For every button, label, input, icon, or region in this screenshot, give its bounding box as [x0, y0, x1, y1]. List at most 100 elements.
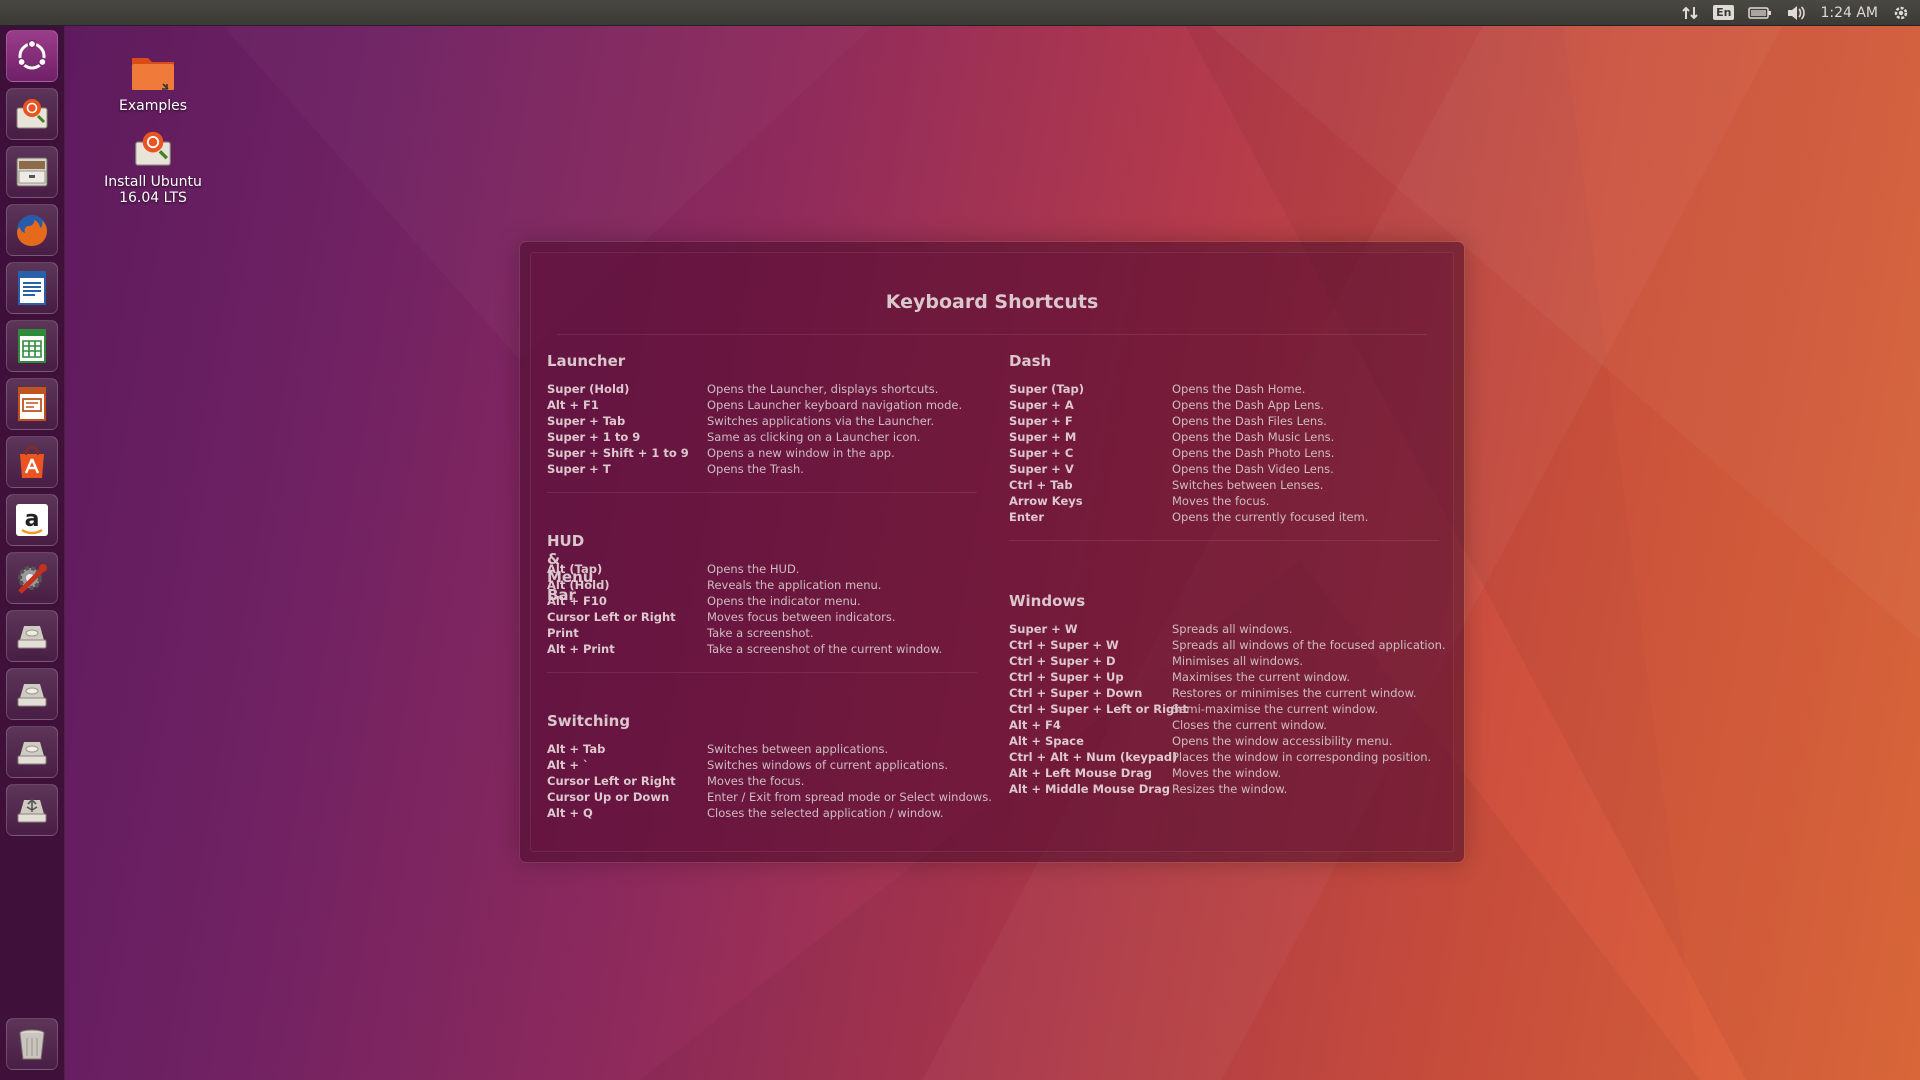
shortcut-row: Ctrl + Super + W Spreads all windows of t… — [1009, 638, 1446, 654]
shortcut-row: Cursor Left or Right Moves focus between … — [547, 610, 895, 626]
shortcut-row: Super (Hold) Opens the Launcher, displays… — [547, 382, 938, 398]
shortcut-description: Moves the window. — [1172, 766, 1282, 780]
launcher-item-trash[interactable] — [6, 1018, 58, 1070]
shortcut-description: Maximises the current window. — [1172, 670, 1350, 684]
shortcut-row: Super (Tap) Opens the Dash Home. — [1009, 382, 1305, 398]
shortcut-row: Alt + Q Closes the selected application /… — [547, 806, 944, 822]
shortcut-description: Reveals the application menu. — [707, 578, 882, 592]
shortcut-key: Ctrl + Super + Left or Right — [1009, 702, 1188, 716]
shortcut-row: Alt + F4 Closes the current window. — [1009, 718, 1327, 734]
section-title: Switching — [547, 712, 631, 730]
shortcut-description: Restores or minimises the current window… — [1172, 686, 1417, 700]
shortcut-section-switching: Switching Alt + Tab Switches between appli… — [547, 712, 992, 822]
shortcut-key: Super + Tab — [547, 414, 626, 428]
svg-text:a: a — [25, 507, 40, 532]
desktop-icon-label: Examples — [118, 98, 188, 114]
shortcut-key: Alt + Tab — [547, 742, 606, 756]
shortcut-key: Super (Tap) — [1009, 382, 1085, 396]
folder-icon — [132, 58, 174, 90]
shortcut-row: Super + Tab Switches applications via the… — [547, 414, 934, 430]
shortcut-row: Alt + ` Switches windows of current appli… — [547, 758, 948, 774]
shortcut-description: Opens the Dash Files Lens. — [1172, 414, 1327, 428]
shortcut-description: Switches applications via the Launcher. — [707, 414, 935, 428]
shortcut-row: Alt + F10 Opens the indicator menu. — [547, 594, 861, 610]
software-center-icon — [20, 445, 44, 478]
launcher-item-system-settings[interactable] — [6, 552, 58, 604]
shortcut-section-windows: Windows Super + W Spreads all windows. Ctrl… — [1009, 592, 1446, 798]
shortcut-description: Opens the Trash. — [707, 462, 804, 476]
battery-icon[interactable] — [1748, 3, 1772, 23]
desktop-icon-examples[interactable]: Examples — [93, 50, 213, 114]
shortcut-key: Cursor Up or Down — [547, 790, 670, 804]
shortcut-row: Ctrl + Alt + Num (keypad) Places the wind… — [1009, 750, 1431, 766]
shortcut-description: Same as clicking on a Launcher icon. — [707, 430, 921, 444]
shortcut-section-dash: Dash Super (Tap) Opens the Dash Home. Super… — [1009, 352, 1439, 541]
shortcut-description: Switches windows of current applications… — [707, 758, 948, 772]
shortcut-key: Enter — [1009, 510, 1045, 524]
top-panel: En 1:24 AM — [0, 0, 1920, 26]
shortcut-row: Alt + Space Opens the window accessibilit… — [1009, 734, 1393, 750]
gear-icon[interactable] — [1892, 3, 1910, 23]
network-icon[interactable] — [1681, 3, 1699, 23]
title-divider — [557, 334, 1427, 335]
launcher-item-files[interactable] — [6, 146, 58, 198]
launcher-item-install-ubuntu[interactable] — [6, 88, 58, 140]
shortcut-row: Ctrl + Super + D Minimises all windows. — [1009, 654, 1303, 670]
shortcut-row: Enter Opens the currently focused item. — [1009, 510, 1368, 526]
launcher-item-amazon[interactable]: a — [6, 494, 58, 546]
shortcut-description: Resizes the window. — [1172, 782, 1288, 796]
shortcut-row: Super + V Opens the Dash Video Lens. — [1009, 462, 1334, 478]
section-divider — [547, 492, 977, 493]
launcher-item-firefox[interactable] — [6, 204, 58, 256]
shortcut-description: Switches between Lenses. — [1172, 478, 1324, 492]
shortcut-description: Opens a new window in the app. — [707, 446, 895, 460]
launcher-item-usb-drive[interactable] — [6, 784, 58, 836]
shortcut-row: Super + M Opens the Dash Music Lens. — [1009, 430, 1334, 446]
shortcut-key: Cursor Left or Right — [547, 774, 676, 788]
shortcut-row: Super + T Opens the Trash. — [547, 462, 804, 478]
volume-icon[interactable] — [1786, 3, 1806, 23]
shortcut-key: Ctrl + Super + Up — [1009, 670, 1124, 684]
desktop-icon-label: Install Ubuntu 16.04 LTS — [104, 174, 202, 206]
keyboard-shortcuts-overlay: Keyboard Shortcuts Launcher Super (Hold) O… — [520, 242, 1464, 862]
shortcut-key: Alt + F1 — [547, 398, 599, 412]
shortcut-row: Ctrl + Super + Up Maximises the current w… — [1009, 670, 1350, 686]
launcher-item-dash-home[interactable] — [6, 30, 58, 82]
shortcut-description: Switches between applications. — [707, 742, 889, 756]
shortcut-description: Spreads all windows. — [1172, 622, 1293, 636]
keyboard-layout-indicator[interactable]: En — [1713, 3, 1735, 23]
launcher-item-libreoffice-writer[interactable] — [6, 262, 58, 314]
launcher-item-libreoffice-impress[interactable] — [6, 378, 58, 430]
shortcut-key: Super + T — [547, 462, 611, 476]
shortcut-description: Enter / Exit from spread mode or Select … — [707, 790, 992, 804]
shortcut-description: Closes the current window. — [1172, 718, 1327, 732]
shortcut-key: Cursor Left or Right — [547, 610, 676, 624]
launcher-item-drive-2[interactable] — [6, 668, 58, 720]
shortcut-row: Ctrl + Super + Left or Right Semi-maximis… — [1009, 702, 1378, 718]
writer-icon — [18, 271, 46, 305]
launcher-item-ubuntu-software[interactable] — [6, 436, 58, 488]
shortcut-key: Super + 1 to 9 — [547, 430, 641, 444]
desktop-icon-install-ubuntu[interactable]: Install Ubuntu 16.04 LTS — [93, 126, 213, 206]
shortcut-key: Alt + Space — [1009, 734, 1084, 748]
shortcut-row: Print Take a screenshot. — [547, 626, 814, 642]
shortcut-key: Super + Shift + 1 to 9 — [547, 446, 689, 460]
shortcut-key: Alt (Hold) — [547, 578, 610, 592]
amazon-icon: a — [16, 504, 48, 536]
shortcut-key: Alt + Q — [547, 806, 593, 820]
shortcut-row: Alt + Tab Switches between applications. — [547, 742, 888, 758]
shortcut-description: Spreads all windows of the focused appli… — [1172, 638, 1446, 652]
shortcut-description: Take a screenshot. — [707, 626, 814, 640]
shortcut-description: Semi-maximise the current window. — [1172, 702, 1379, 716]
shortcut-row: Super + 1 to 9 Same as clicking on a Laun… — [547, 430, 920, 446]
firefox-icon — [17, 215, 47, 246]
launcher-item-drive-3[interactable] — [6, 726, 58, 778]
clock[interactable]: 1:24 AM — [1820, 5, 1878, 21]
shortcut-key: Alt + F10 — [547, 594, 607, 608]
shortcut-key: Ctrl + Super + Down — [1009, 686, 1143, 700]
launcher-item-drive-1[interactable] — [6, 610, 58, 662]
shortcut-description: Opens the Dash Video Lens. — [1172, 462, 1334, 476]
launcher-item-libreoffice-calc[interactable] — [6, 320, 58, 372]
shortcut-description: Take a screenshot of the current window. — [707, 642, 943, 656]
shortcut-description: Opens Launcher keyboard navigation mode. — [707, 398, 963, 412]
